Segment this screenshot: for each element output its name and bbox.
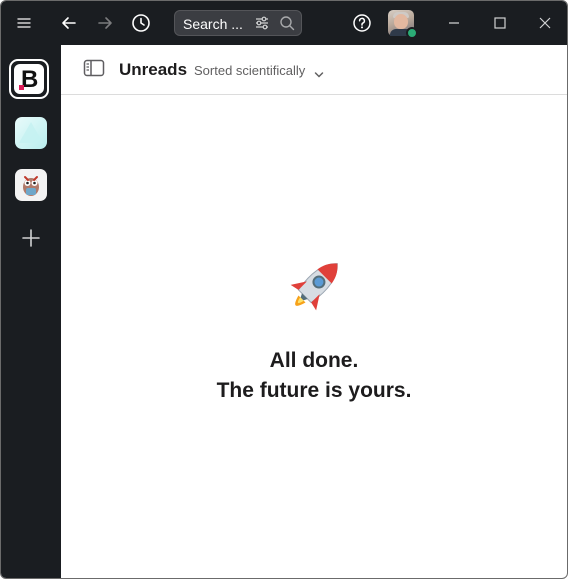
sidebar-toggle-icon[interactable] (83, 59, 105, 82)
workspace-b[interactable]: B (9, 59, 49, 99)
search-placeholder: Search ... (183, 16, 243, 32)
empty-state: All done. The future is yours. (61, 95, 567, 578)
workspace-b-dot (19, 85, 24, 90)
avatar-face (394, 14, 408, 29)
workspace-teal[interactable] (15, 117, 47, 149)
close-icon[interactable] (529, 7, 561, 39)
user-avatar[interactable] (388, 10, 418, 39)
workspace-mascot[interactable] (15, 169, 47, 201)
app-window: Search ... B Unreads Sorted scientifical… (0, 0, 568, 579)
unreads-header: Unreads Sorted scientifically (61, 45, 567, 95)
history-icon[interactable] (125, 7, 157, 39)
filter-icon[interactable] (254, 15, 270, 36)
help-icon[interactable] (346, 7, 378, 39)
empty-state-heading: All done. (269, 349, 359, 372)
top-bar: Search ... (1, 1, 567, 45)
search-icon (279, 15, 295, 36)
presence-status-icon (406, 27, 418, 39)
empty-state-subheading: The future is yours. (216, 379, 412, 402)
maximize-icon[interactable] (484, 7, 516, 39)
rocket-icon (279, 252, 349, 327)
menu-icon[interactable] (8, 7, 40, 39)
minimize-icon[interactable] (438, 7, 470, 39)
workspace-b-logo: B (14, 64, 44, 94)
back-arrow-icon[interactable] (53, 7, 85, 39)
chevron-down-icon[interactable] (314, 66, 324, 84)
workspace-rail: B (1, 45, 61, 578)
search-input[interactable]: Search ... (174, 10, 302, 36)
page-title: Unreads (119, 60, 188, 79)
sort-label[interactable]: Sorted scientifically (194, 63, 305, 78)
plus-icon[interactable] (20, 227, 42, 254)
forward-arrow-icon[interactable] (89, 7, 121, 39)
